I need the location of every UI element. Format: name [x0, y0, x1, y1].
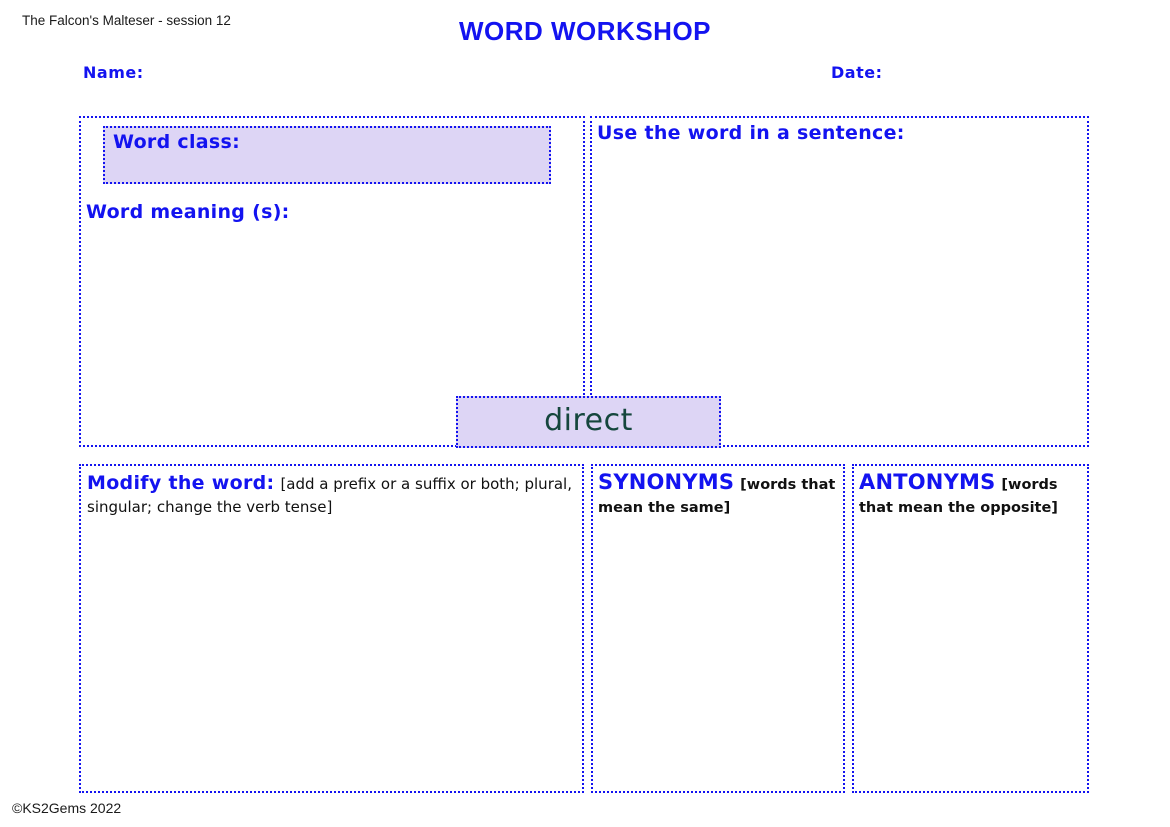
page-title: WORD WORKSHOP — [0, 16, 1170, 47]
name-field-label: Name: — [83, 63, 144, 82]
modify-the-word-label: Modify the word: — [87, 472, 274, 494]
antonyms-heading: ANTONYMS[words that mean the opposite] — [859, 468, 1085, 518]
modify-the-word-heading: Modify the word:[add a prefix or a suffi… — [87, 470, 579, 519]
word-class-label: Word class: — [113, 131, 240, 153]
synonyms-heading: SYNONYMS[words that mean the same] — [598, 468, 840, 518]
focus-word-text: direct — [544, 406, 633, 439]
synonyms-label: SYNONYMS — [598, 470, 734, 494]
word-meaning-label: Word meaning (s): — [86, 201, 290, 223]
copyright-credit: ©KS2Gems 2022 — [12, 800, 121, 816]
date-field-label: Date: — [831, 63, 882, 82]
antonyms-label: ANTONYMS — [859, 470, 995, 494]
use-word-in-sentence-label: Use the word in a sentence: — [597, 122, 905, 144]
focus-word-box[interactable]: direct — [456, 396, 721, 448]
